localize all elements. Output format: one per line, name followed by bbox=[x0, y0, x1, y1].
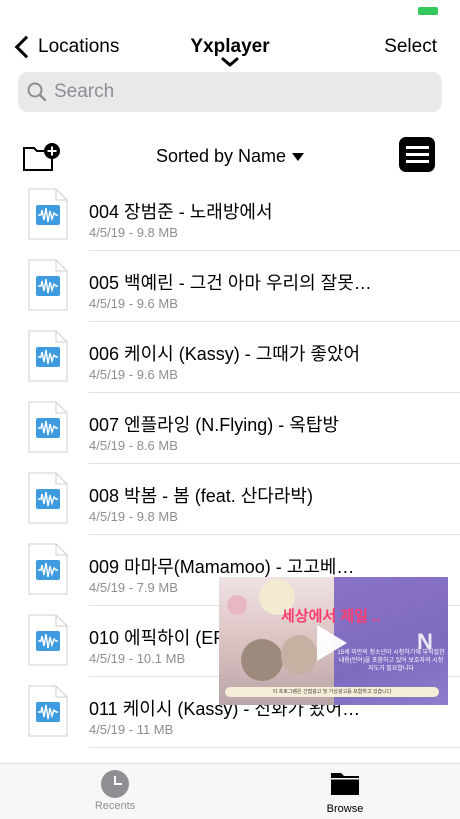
rating-notice: 15세 미만의 청소년이 시청하기에 부적절한 내용(언어)을 포함하고 있어 … bbox=[337, 650, 445, 672]
navigation-bar: Locations Yxplayer Select bbox=[0, 30, 460, 70]
search-icon bbox=[27, 82, 47, 102]
file-meta: 4/5/19 - 8.6 MB bbox=[89, 438, 178, 453]
audio-file-icon bbox=[28, 259, 68, 311]
audio-file-icon bbox=[28, 188, 68, 240]
select-button[interactable]: Select bbox=[384, 36, 437, 58]
row-divider bbox=[89, 747, 460, 748]
person-figure bbox=[241, 639, 283, 681]
file-meta: 4/5/19 - 9.6 MB bbox=[89, 367, 178, 382]
video-overlay-title: 세상에서 제일 .. bbox=[281, 608, 381, 625]
file-meta: 4/5/19 - 10.1 MB bbox=[89, 651, 186, 666]
list-view-icon-line bbox=[406, 160, 429, 163]
file-name: 007 엔플라잉 (N.Flying) - 옥탑방 bbox=[89, 415, 339, 435]
tab-recents-label: Recents bbox=[94, 800, 136, 812]
sort-label: Sorted by Name bbox=[155, 146, 287, 166]
list-item[interactable]: 008 박봄 - 봄 (feat. 산다라박) 4/5/19 - 9.8 MB bbox=[0, 464, 460, 535]
chevron-down-icon[interactable] bbox=[221, 57, 239, 67]
audio-file-icon bbox=[28, 401, 68, 453]
sort-arrow-icon bbox=[292, 153, 305, 162]
browse-toolbar: Sorted by Name bbox=[0, 136, 460, 176]
file-name: 008 박봄 - 봄 (feat. 산다라박) bbox=[89, 486, 313, 506]
file-meta: 4/5/19 - 9.6 MB bbox=[89, 296, 178, 311]
list-item[interactable]: 004 장범준 - 노래방에서 4/5/19 - 9.8 MB bbox=[0, 180, 460, 251]
status-bar bbox=[0, 0, 460, 22]
audio-file-icon bbox=[28, 614, 68, 666]
balloon-decoration bbox=[227, 595, 247, 615]
tab-recents[interactable]: Recents bbox=[65, 770, 165, 812]
folder-icon bbox=[331, 773, 359, 795]
search-input[interactable]: Search bbox=[18, 72, 442, 112]
video-preview[interactable]: 세상에서 제일 .. N 15세 미만의 청소년이 시청하기에 부적절한 내용(… bbox=[219, 577, 448, 705]
file-name: 006 케이시 (Kassy) - 그때가 좋았어 bbox=[89, 344, 361, 364]
search-placeholder: Search bbox=[54, 81, 115, 102]
file-name: 009 마마무(Mamamoo) - 고고베… bbox=[89, 557, 355, 577]
file-meta: 4/5/19 - 9.8 MB bbox=[89, 225, 178, 240]
audio-file-icon bbox=[28, 472, 68, 524]
person-figure bbox=[281, 635, 317, 675]
file-name: 005 백예린 - 그건 아마 우리의 잘못… bbox=[89, 273, 372, 293]
list-item[interactable]: 005 백예린 - 그건 아마 우리의 잘못… 4/5/19 - 9.6 MB bbox=[0, 251, 460, 322]
list-item[interactable]: 007 엔플라잉 (N.Flying) - 옥탑방 4/5/19 - 8.6 MB bbox=[0, 393, 460, 464]
audio-file-icon bbox=[28, 330, 68, 382]
list-view-icon-line bbox=[406, 153, 429, 156]
audio-file-icon bbox=[28, 685, 68, 737]
list-item[interactable]: 006 케이시 (Kassy) - 그때가 좋았어 4/5/19 - 9.6 MB bbox=[0, 322, 460, 393]
file-meta: 4/5/19 - 7.9 MB bbox=[89, 580, 178, 595]
sort-button[interactable]: Sorted by Name bbox=[0, 146, 460, 167]
file-meta: 4/5/19 - 9.8 MB bbox=[89, 509, 178, 524]
tab-browse[interactable]: Browse bbox=[295, 770, 395, 815]
audio-file-icon bbox=[28, 543, 68, 595]
list-view-button[interactable] bbox=[399, 137, 435, 172]
list-view-icon bbox=[406, 146, 429, 149]
ppl-notice: 이 프로그램은 간접광고 및 가상광고를 포함하고 있습니다 bbox=[225, 687, 439, 697]
tab-browse-label: Browse bbox=[326, 803, 364, 815]
clock-icon bbox=[101, 770, 129, 798]
tab-bar: Recents Browse bbox=[0, 763, 460, 819]
file-name: 004 장범준 - 노래방에서 bbox=[89, 202, 273, 222]
file-meta: 4/5/19 - 11 MB bbox=[89, 722, 174, 737]
battery-icon bbox=[418, 7, 438, 15]
